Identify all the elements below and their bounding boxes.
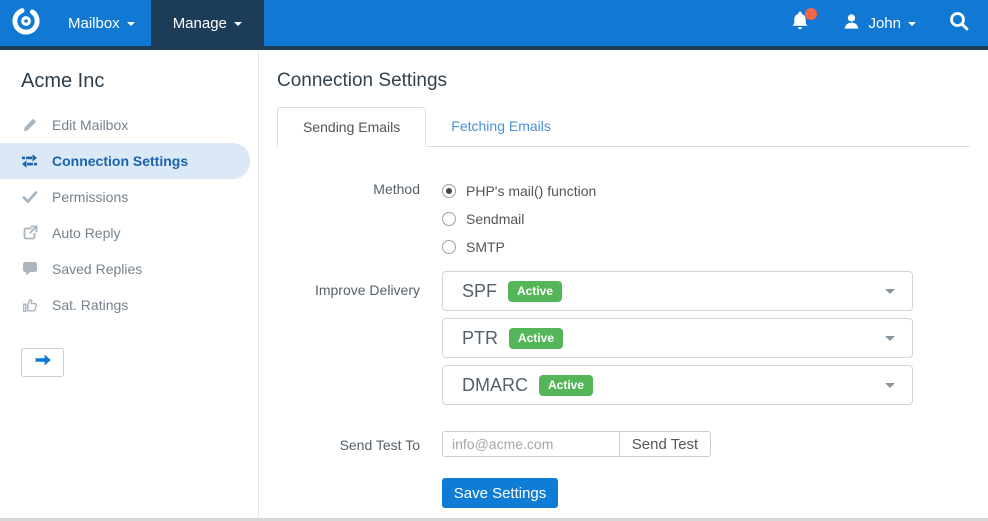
sidebar-menu: Edit Mailbox Connection Settings Permiss… <box>0 107 258 323</box>
tab-fetching-emails[interactable]: Fetching Emails <box>426 107 576 146</box>
connection-settings-form: Method PHP's mail() function Sendmail SM… <box>277 177 970 508</box>
sidebar-item-label: Sat. Ratings <box>52 297 129 313</box>
nav-manage-label: Manage <box>172 14 227 32</box>
save-row-spacer <box>277 478 420 508</box>
sidebar-item-auto-reply[interactable]: Auto Reply <box>0 215 258 251</box>
send-test-label: Send Test To <box>339 437 420 453</box>
improve-delivery-controls: SPF Active PTR Active DMARC Active <box>442 271 913 412</box>
spf-dropdown[interactable]: SPF Active <box>442 271 913 311</box>
radio-button[interactable] <box>442 240 456 254</box>
main-content: Connection Settings Sending Emails Fetch… <box>259 50 988 518</box>
send-test-row: Send Test To Send Test <box>277 431 970 457</box>
tab-bar: Sending Emails Fetching Emails <box>277 107 970 147</box>
chevron-down-icon <box>885 335 895 341</box>
send-test-button[interactable]: Send Test <box>620 431 711 457</box>
caret-down-icon <box>126 22 135 26</box>
improve-delivery-row: Improve Delivery SPF Active PTR Active D… <box>277 271 970 412</box>
method-label: Method <box>373 181 420 197</box>
page-title: Connection Settings <box>277 70 448 91</box>
improve-delivery-label: Improve Delivery <box>314 282 420 298</box>
sidebar-item-label: Saved Replies <box>52 261 143 277</box>
user-icon <box>842 12 861 35</box>
sidebar-item-permissions[interactable]: Permissions <box>0 179 258 215</box>
logo-icon <box>10 5 42 41</box>
ptr-label: PTR <box>462 327 498 348</box>
nav-mailbox-label: Mailbox <box>68 14 120 32</box>
sidebar-item-sat-ratings[interactable]: Sat. Ratings <box>0 287 258 323</box>
caret-down-icon <box>233 22 242 26</box>
send-test-group: Send Test <box>442 431 711 457</box>
sidebar-item-saved-replies[interactable]: Saved Replies <box>0 251 258 287</box>
thumbs-up-icon <box>21 297 38 313</box>
mailbox-name: Acme Inc <box>21 70 105 92</box>
user-menu[interactable]: John <box>842 0 916 46</box>
radio-label: SMTP <box>466 239 505 255</box>
radio-option-php-mail[interactable]: PHP's mail() function <box>442 177 596 205</box>
top-navigation-bar: Mailbox Manage John <box>0 0 988 50</box>
sidebar: Acme Inc Edit Mailbox Connection Setting… <box>0 50 259 518</box>
ptr-dropdown[interactable]: PTR Active <box>442 318 913 358</box>
nav-mailbox[interactable]: Mailbox <box>52 0 151 46</box>
transfer-icon <box>21 153 38 169</box>
arrow-right-icon <box>34 353 52 372</box>
method-options: PHP's mail() function Sendmail SMTP <box>442 177 596 261</box>
sidebar-item-label: Permissions <box>52 189 129 205</box>
chevron-down-icon <box>885 382 895 388</box>
dmarc-label: DMARC <box>462 374 528 395</box>
search-button[interactable] <box>948 0 970 46</box>
sidebar-item-connection-settings[interactable]: Connection Settings <box>0 143 250 179</box>
check-icon <box>21 189 38 205</box>
user-name: John <box>868 14 901 32</box>
notification-dot <box>805 8 818 20</box>
search-icon <box>948 10 970 36</box>
save-settings-button[interactable]: Save Settings <box>442 478 558 508</box>
share-icon <box>21 225 38 241</box>
comment-icon <box>21 261 38 277</box>
sidebar-item-label: Edit Mailbox <box>52 117 129 133</box>
radio-label: PHP's mail() function <box>466 183 597 199</box>
status-badge: Active <box>539 374 594 396</box>
radio-option-smtp[interactable]: SMTP <box>442 233 596 261</box>
sidebar-toggle-button[interactable] <box>21 348 64 377</box>
caret-down-icon <box>908 22 916 26</box>
pencil-icon <box>21 117 38 133</box>
status-badge: Active <box>508 280 563 302</box>
send-test-input[interactable] <box>442 431 620 457</box>
sidebar-item-label: Auto Reply <box>52 225 121 241</box>
notifications-button[interactable] <box>788 0 818 46</box>
tab-sending-emails[interactable]: Sending Emails <box>277 107 427 147</box>
nav-manage[interactable]: Manage <box>150 0 264 46</box>
sidebar-item-edit-mailbox[interactable]: Edit Mailbox <box>0 107 258 143</box>
sidebar-item-label: Connection Settings <box>52 153 189 169</box>
status-badge: Active <box>509 327 564 349</box>
method-row: Method PHP's mail() function Sendmail SM… <box>277 177 970 261</box>
chevron-down-icon <box>885 288 895 294</box>
dmarc-dropdown[interactable]: DMARC Active <box>442 365 913 405</box>
spf-label: SPF <box>462 280 498 301</box>
save-row: Save Settings <box>277 478 970 508</box>
radio-option-sendmail[interactable]: Sendmail <box>442 205 596 233</box>
radio-button[interactable] <box>442 184 456 198</box>
radio-label: Sendmail <box>466 211 525 227</box>
app-logo[interactable] <box>0 0 52 46</box>
radio-button[interactable] <box>442 212 456 226</box>
